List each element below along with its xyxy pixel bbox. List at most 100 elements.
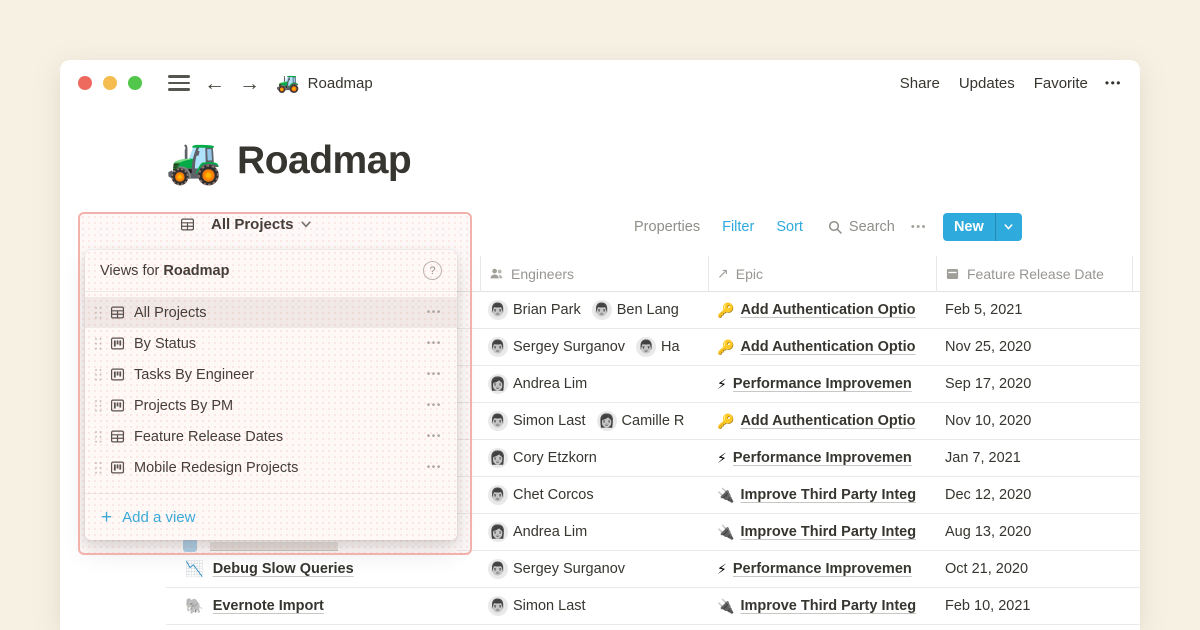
table-row[interactable]: 👩Andrea Lim🔌Improve Third Party IntegAug… [480,514,1140,551]
epic-cell: 🔑Add Authentication Optio [708,403,936,439]
breadcrumb-title[interactable]: Roadmap [308,75,373,92]
view-item-menu-icon[interactable]: ••• [427,462,442,473]
close-button[interactable] [78,76,92,90]
epic-icon: 🔌 [717,525,734,539]
drag-handle-icon[interactable] [94,368,103,381]
canvas: ← → 🚜 Roadmap Share Updates Favorite •••… [0,0,1200,630]
drag-handle-icon[interactable] [94,399,103,412]
column-header-feature-release-date[interactable]: Feature Release Date [936,256,1140,291]
table-row[interactable]: 👨Simon Last👩Camille R🔑Add Authentication… [480,403,1140,440]
drag-handle-icon[interactable] [94,337,103,350]
avatar: 👨 [488,559,508,579]
engineer-name: Ben Lang [617,302,679,318]
view-item[interactable]: Tasks By Engineer••• [85,359,457,390]
view-item[interactable]: Feature Release Dates••• [85,421,457,452]
minimize-button[interactable] [103,76,117,90]
more-icon[interactable]: ••• [1105,76,1122,90]
table-row[interactable]: 👩Andrea Lim⚡Performance ImprovemenSep 17… [480,366,1140,403]
page-emoji-icon: 🐘 [185,599,204,614]
view-item-menu-icon[interactable]: ••• [427,400,442,411]
filter-button[interactable]: Filter [722,219,754,235]
view-item-label: Mobile Redesign Projects [134,460,427,476]
epic-cell: ⚡Performance Improvemen [708,551,936,587]
table-view-icon [110,305,125,320]
epic-link[interactable]: 🔌Improve Third Party Integ [717,598,916,614]
new-button-label: New [943,219,995,235]
view-item-menu-icon[interactable]: ••• [427,338,442,349]
table-row[interactable]: 📉Debug Slow Queries [166,551,480,588]
avatar: 👨 [488,485,508,505]
table-view-icon [180,217,195,232]
updates-button[interactable]: Updates [959,75,1015,92]
view-item-menu-icon[interactable]: ••• [427,369,442,380]
column-header-label: Feature Release Date [967,266,1104,282]
engineer-name: Ha [661,339,680,355]
avatar: 👨 [488,300,508,320]
back-icon[interactable]: ← [204,73,225,94]
page-link[interactable]: Evernote Import [213,598,324,614]
epic-link[interactable]: ⚡Performance Improvemen [717,561,912,577]
drag-handle-icon[interactable] [94,306,103,319]
epic-cell: 🔑 Add Authentication Optio [708,292,936,328]
engineer-name: Brian Park [513,302,581,318]
table-row[interactable]: 👨Sergey Surganov⚡Performance ImprovemenO… [480,551,1140,588]
view-item-menu-icon[interactable]: ••• [427,307,442,318]
epic-link[interactable]: 🔑Add Authentication Optio [717,339,916,355]
views-list: All Projects•••By Status•••Tasks By Engi… [85,292,457,483]
epic-link[interactable]: 🔑Add Authentication Optio [717,413,916,429]
table-row[interactable]: 👩Cory Etzkorn⚡Performance ImprovemenJan … [480,440,1140,477]
chevron-down-icon [1004,224,1013,230]
view-item[interactable]: Mobile Redesign Projects••• [85,452,457,483]
column-header-engineers[interactable]: Engineers [480,256,708,291]
toolbar-more-icon[interactable]: ••• [911,221,927,233]
board-view-icon [110,336,125,351]
table-row[interactable]: 🐘 Evernote Import [166,588,480,625]
table-row[interactable]: 👨Chet Corcos🔌Improve Third Party IntegDe… [480,477,1140,514]
column-header-label: Epic [736,266,763,282]
date-cell: Nov 25, 2020 [936,329,1140,365]
properties-button[interactable]: Properties [634,219,700,235]
new-dropdown-button[interactable] [995,213,1022,241]
favorite-button[interactable]: Favorite [1034,75,1088,92]
epic-icon: 🔑 [717,340,734,354]
add-view-button[interactable]: + Add a view [85,493,457,540]
avatar: 👨 [488,337,508,357]
avatar: 👩 [488,448,508,468]
drag-handle-icon[interactable] [94,461,103,474]
table-row[interactable]: 👨Sergey Surganov👨Ha🔑Add Authentication O… [480,329,1140,366]
date-cell: Aug 13, 2020 [936,514,1140,550]
forward-icon[interactable]: → [239,73,260,94]
epic-link[interactable]: 🔑 Add Authentication Optio [717,302,916,318]
epic-link[interactable]: ⚡Performance Improvemen [717,450,912,466]
date-cell: Sep 17, 2020 [936,366,1140,402]
page-emoji-icon: 🚜 [166,138,222,183]
epic-icon: 🔌 [717,599,734,613]
view-switcher-button[interactable]: All Projects [180,216,311,233]
view-item[interactable]: All Projects••• [85,297,457,328]
help-icon[interactable]: ? [423,261,442,280]
search-button[interactable]: Search [827,219,895,235]
epic-link[interactable]: 🔌Improve Third Party Integ [717,487,916,503]
view-item[interactable]: Projects By PM••• [85,390,457,421]
page-header: 🚜 Roadmap [166,138,411,183]
epic-label: Add Authentication Optio [740,302,915,318]
epic-link[interactable]: 🔌Improve Third Party Integ [717,524,916,540]
plus-icon: + [101,508,112,527]
zoom-button[interactable] [128,76,142,90]
drag-handle-icon[interactable] [94,430,103,443]
menu-icon[interactable] [168,75,190,90]
table-row[interactable]: 👨Simon Last🔌Improve Third Party IntegFeb… [480,588,1140,625]
epic-icon: 🔑 [717,303,734,317]
epic-link[interactable]: ⚡Performance Improvemen [717,376,912,392]
sort-button[interactable]: Sort [776,219,803,235]
view-item-label: All Projects [134,305,427,321]
page-link[interactable]: Debug Slow Queries [213,561,354,577]
share-button[interactable]: Share [900,75,940,92]
view-item-menu-icon[interactable]: ••• [427,431,442,442]
view-item[interactable]: By Status••• [85,328,457,359]
column-header-epic[interactable]: ↗ Epic [708,256,936,291]
table-row[interactable]: 👨Brian Park👨Ben Lang🔑Add Authentication … [480,292,1140,329]
engineer-name: Camille R [622,413,685,429]
avatar: 👩 [488,374,508,394]
new-button[interactable]: New [943,213,1022,241]
